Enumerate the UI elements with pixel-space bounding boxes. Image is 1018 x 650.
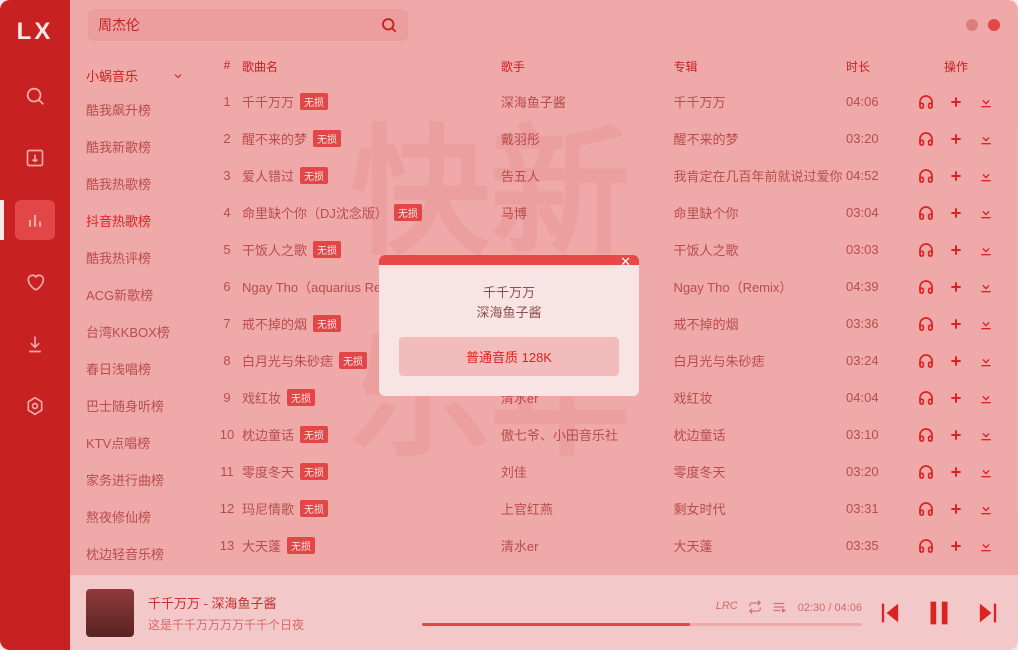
modal-song-info: 千千万万 深海鱼子酱	[399, 283, 619, 323]
quality-modal: ✕ 千千万万 深海鱼子酱 普通音质 128K	[379, 255, 639, 396]
modal-close-button[interactable]: ✕	[616, 255, 635, 270]
modal-overlay[interactable]: ✕ 千千万万 深海鱼子酱 普通音质 128K	[0, 0, 1018, 650]
modal-song-title: 千千万万	[399, 283, 619, 303]
modal-song-artist: 深海鱼子酱	[399, 303, 619, 323]
quality-option-128k[interactable]: 普通音质 128K	[399, 337, 619, 376]
